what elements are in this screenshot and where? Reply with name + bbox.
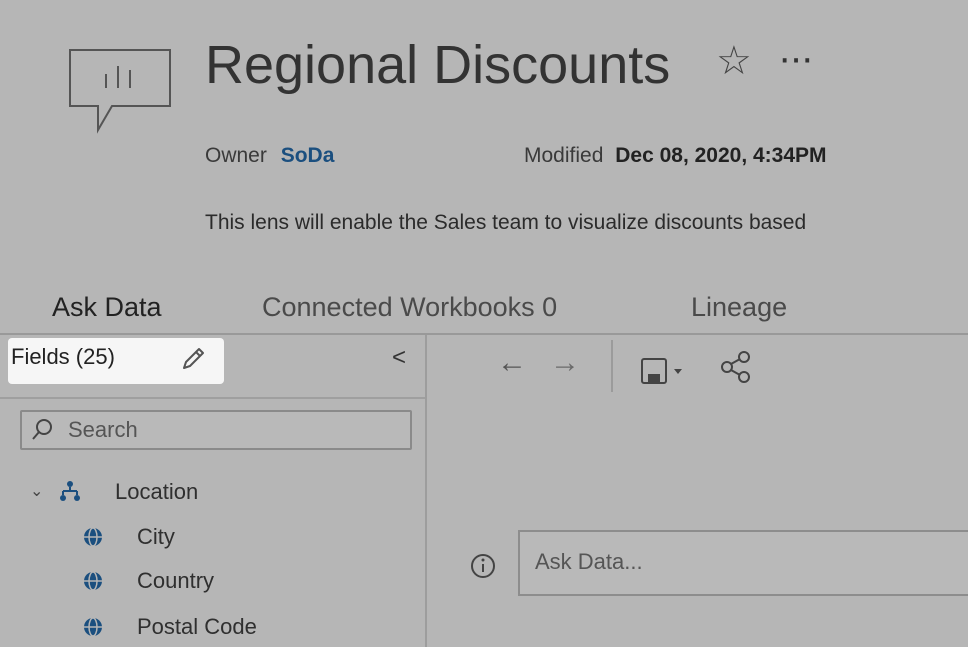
modified-label: Modified xyxy=(524,144,604,167)
field-country[interactable]: Country xyxy=(137,568,214,594)
star-icon[interactable]: ☆ xyxy=(716,38,752,84)
lens-icon xyxy=(69,49,171,134)
forward-button[interactable]: → xyxy=(550,346,580,380)
search-icon xyxy=(32,419,52,440)
search-placeholder: Search xyxy=(68,417,138,442)
owner-link[interactable]: SoDa xyxy=(281,144,335,167)
fields-count-label: Fields (25) xyxy=(11,344,115,369)
save-icon[interactable] xyxy=(640,357,690,385)
fields-header-divider xyxy=(0,397,425,399)
field-city[interactable]: City xyxy=(137,524,175,550)
owner-label: Owner xyxy=(205,144,267,167)
tab-ask-data[interactable]: Ask Data xyxy=(52,292,162,323)
page-title: Regional Discounts xyxy=(205,35,671,95)
globe-icon xyxy=(84,571,102,591)
toolbar-separator xyxy=(611,340,613,392)
field-postal-code[interactable]: Postal Code xyxy=(137,614,257,640)
owner-info: Owner SoDa xyxy=(205,144,334,168)
tree-group-location[interactable]: Location xyxy=(115,479,198,505)
chevron-down-icon[interactable]: ⌄ xyxy=(30,481,43,501)
app-frame: Regional Discounts ☆ ··· Owner SoDa Modi… xyxy=(0,0,968,647)
tab-lineage[interactable]: Lineage xyxy=(691,292,787,323)
hierarchy-icon xyxy=(60,481,80,501)
back-button[interactable]: ← xyxy=(497,346,527,380)
panel-divider xyxy=(425,335,427,647)
modified-info: Modified Dec 08, 2020, 4:34PM xyxy=(524,144,827,168)
modified-value: Dec 08, 2020, 4:34PM xyxy=(615,144,827,167)
share-icon[interactable] xyxy=(719,350,753,384)
lens-description: This lens will enable the Sales team to … xyxy=(205,211,807,234)
globe-icon xyxy=(84,527,102,547)
tab-connected-workbooks[interactable]: Connected Workbooks 0 xyxy=(262,292,557,323)
info-icon[interactable] xyxy=(470,553,496,579)
globe-icon xyxy=(84,617,102,637)
pencil-icon[interactable] xyxy=(176,343,208,375)
collapse-panel-button[interactable]: < xyxy=(392,344,406,372)
ask-data-placeholder: Ask Data... xyxy=(535,549,643,574)
more-actions-button[interactable]: ··· xyxy=(778,36,814,81)
